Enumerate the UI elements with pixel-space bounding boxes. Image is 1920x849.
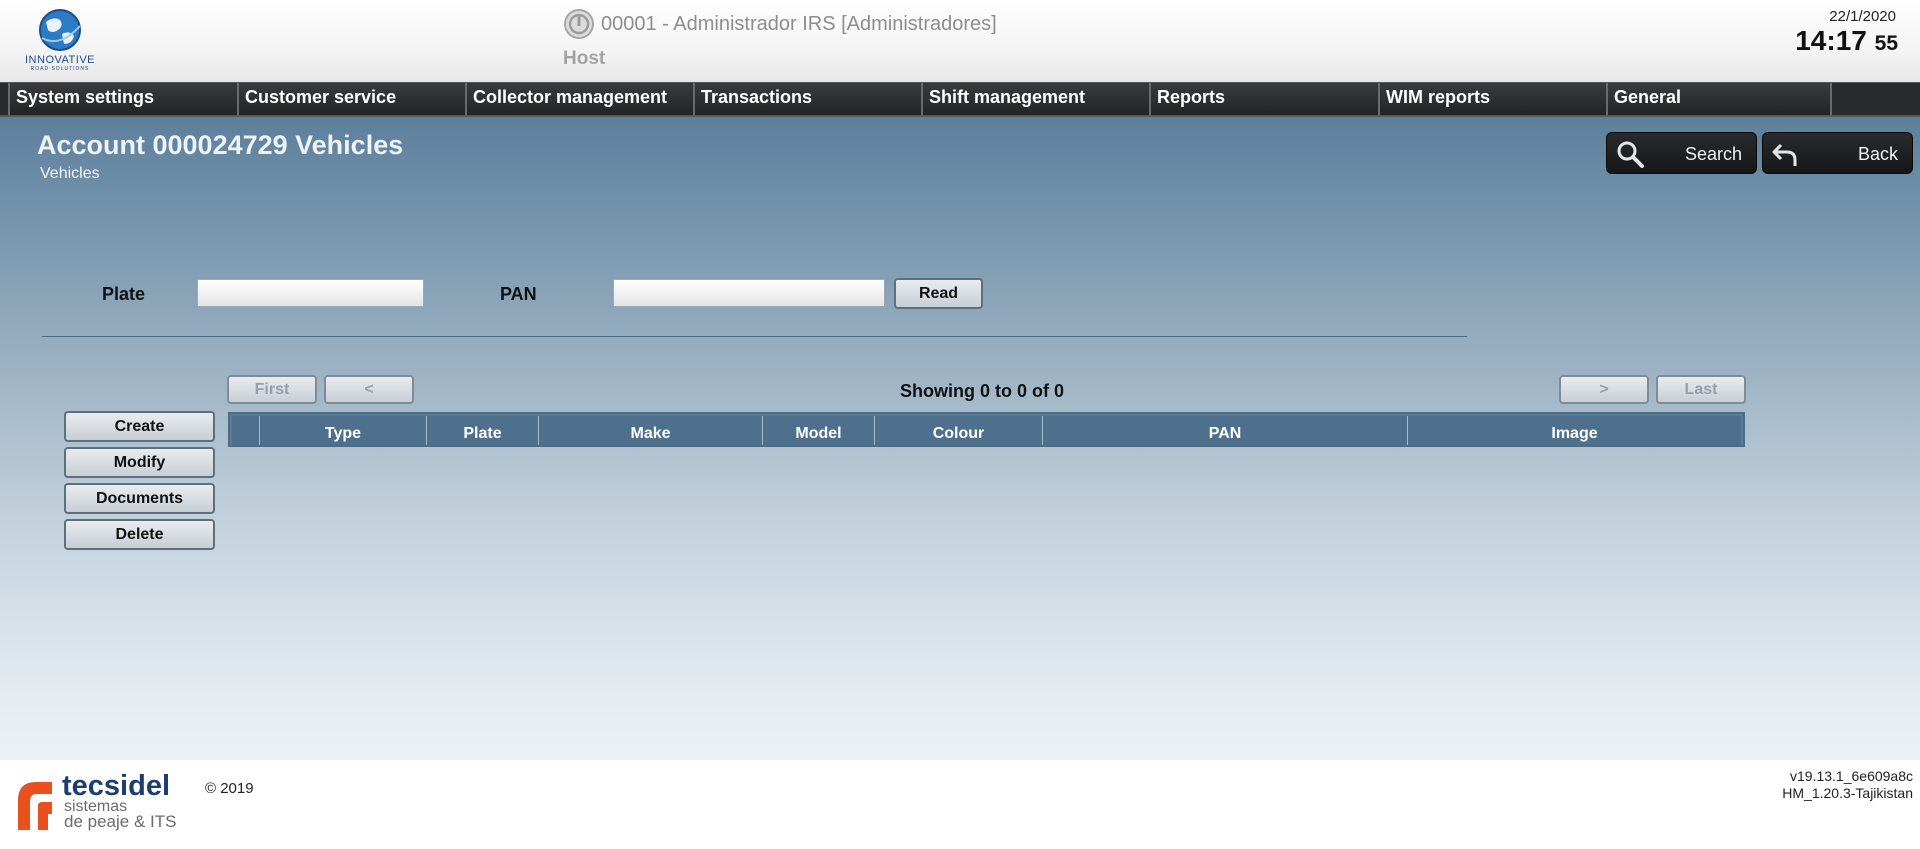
power-icon[interactable] (563, 8, 595, 40)
menu-general[interactable]: General (1606, 83, 1832, 115)
menu-transactions[interactable]: Transactions (693, 83, 921, 115)
logo-subtext: ROAD SOLUTIONS (30, 66, 90, 72)
plate-input[interactable] (197, 279, 424, 307)
back-button-label: Back (1857, 144, 1898, 164)
logo-text: INNOVATIVE (25, 54, 95, 66)
search-button-label: Search (1684, 144, 1742, 164)
globe-icon (39, 9, 81, 51)
search-icon (1617, 141, 1644, 168)
back-button[interactable]: Back (1762, 132, 1913, 174)
column-header-colour[interactable]: Colour (875, 416, 1043, 445)
read-button[interactable]: Read (894, 278, 983, 309)
tecsidel-subtitle-2: de peaje & ITS (64, 812, 177, 831)
time-hours-minutes: 14:17 (1795, 25, 1867, 56)
time-display: 14:17 55 (1795, 25, 1898, 57)
app-header: INNOVATIVE ROAD SOLUTIONS 00001 - Admini… (0, 0, 1920, 82)
pan-input[interactable] (613, 279, 885, 307)
modify-button[interactable]: Modify (64, 447, 215, 478)
tecsidel-logo: tecsidel sistemas de peaje & ITS (0, 760, 186, 849)
version-info: v19.13.1_6e609a8c HM_1.20.3-Tajikistan (1782, 768, 1913, 802)
page-subtitle: Vehicles (40, 165, 100, 182)
column-header-select[interactable] (232, 416, 260, 445)
user-label: 00001 - Administrador IRS [Administrador… (601, 12, 997, 35)
column-header-model[interactable]: Model (763, 416, 875, 445)
main-menu: System settings Customer service Collect… (0, 82, 1920, 117)
column-header-image[interactable]: Image (1408, 416, 1741, 445)
time-seconds: 55 (1874, 32, 1898, 55)
page-title: Account 000024729 Vehicles (37, 130, 404, 160)
tecsidel-mark-icon (18, 782, 52, 830)
back-arrow-icon (1772, 143, 1797, 166)
column-header-pan[interactable]: PAN (1043, 416, 1408, 445)
menu-wim-reports[interactable]: WIM reports (1378, 83, 1606, 115)
user-info: 00001 - Administrador IRS [Administrador… (563, 9, 997, 39)
pan-label: PAN (500, 284, 537, 304)
next-page-button[interactable]: > (1559, 375, 1649, 404)
copyright-text: © 2019 (205, 780, 254, 797)
menu-system-settings[interactable]: System settings (8, 83, 237, 115)
showing-count: Showing 0 to 0 of 0 (900, 381, 1065, 401)
menu-shift-management[interactable]: Shift management (921, 83, 1149, 115)
column-header-plate[interactable]: Plate (427, 416, 539, 445)
version-line-1: v19.13.1_6e609a8c (1790, 768, 1913, 784)
section-divider (42, 336, 1467, 337)
version-line-2: HM_1.20.3-Tajikistan (1782, 785, 1913, 801)
innovative-logo: INNOVATIVE ROAD SOLUTIONS (14, 6, 106, 74)
search-button[interactable]: Search (1606, 132, 1757, 174)
menu-reports[interactable]: Reports (1149, 83, 1378, 115)
vehicles-table: Type Plate Make Model Colour PAN Image (228, 412, 1745, 447)
last-page-button[interactable]: Last (1656, 375, 1746, 404)
documents-button[interactable]: Documents (64, 483, 215, 514)
create-button[interactable]: Create (64, 411, 215, 442)
footer: tecsidel sistemas de peaje & ITS © 2019 … (0, 760, 1920, 849)
host-label: Host (563, 48, 606, 69)
prev-page-button[interactable]: < (324, 375, 414, 404)
column-header-type[interactable]: Type (260, 416, 427, 445)
first-page-button[interactable]: First (227, 375, 317, 404)
column-header-make[interactable]: Make (539, 416, 763, 445)
menu-collector-management[interactable]: Collector management (465, 83, 693, 115)
delete-button[interactable]: Delete (64, 519, 215, 550)
menu-customer-service[interactable]: Customer service (237, 83, 465, 115)
table-header: Type Plate Make Model Colour PAN Image (232, 416, 1741, 445)
plate-label: Plate (102, 284, 146, 304)
date-display: 22/1/2020 (1829, 8, 1896, 25)
